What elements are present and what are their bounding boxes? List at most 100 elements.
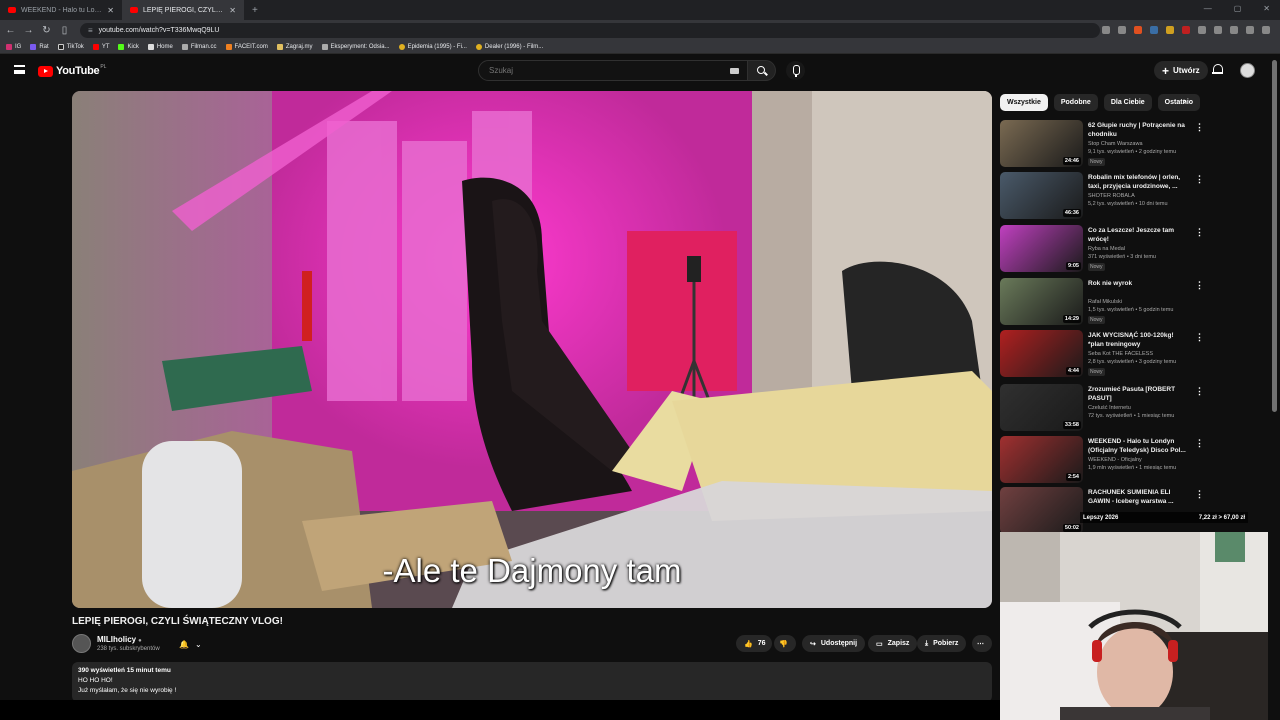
recommended-video[interactable]: 46:36 Robalin mix telefonów | orlen, taxi… <box>1000 172 1270 222</box>
recommended-video[interactable]: 4:44 JAK WYCISNĄĆ 100-120kg! *plan trenin… <box>1000 330 1270 380</box>
extension-icon[interactable] <box>1198 26 1206 34</box>
recommended-channel[interactable]: WEEKEND - Oficjalny <box>1088 457 1142 463</box>
more-actions-button[interactable]: ⋯ <box>972 635 992 652</box>
keyboard-icon[interactable] <box>730 68 739 74</box>
close-tab-icon[interactable]: ✕ <box>107 6 114 15</box>
profile-icon[interactable] <box>1246 26 1254 34</box>
bookmark[interactable]: Kick <box>118 43 139 50</box>
video-thumbnail[interactable]: 24:46 <box>1000 120 1083 167</box>
recommended-video-title[interactable]: Co za Leszcze! Jeszcze tam wrócę! <box>1088 226 1188 244</box>
menu-dots-icon[interactable] <box>1262 26 1270 34</box>
dislike-button[interactable]: 👎 <box>774 635 796 652</box>
close-tab-icon[interactable]: ✕ <box>229 6 236 15</box>
bookmark[interactable]: YT <box>92 43 109 50</box>
recommended-video[interactable]: 2:54 WEEKEND - Halo tu Londyn (Oficjalny … <box>1000 436 1270 486</box>
site-info-icon[interactable]: ≡ <box>88 26 93 35</box>
more-options-icon[interactable]: ⋮ <box>1195 386 1204 397</box>
notifications-bell-icon[interactable] <box>1212 64 1223 76</box>
more-options-icon[interactable]: ⋮ <box>1195 280 1204 291</box>
browser-tab-active[interactable]: LEPIĘ PIEROGI, CZYLI ŚWIĄT ✕ <box>122 0 244 20</box>
new-tab-button[interactable]: + <box>244 5 266 16</box>
recommended-video-title[interactable]: Zrozumieć Pasuta [ROBERT PASUT] <box>1088 385 1188 403</box>
more-options-icon[interactable]: ⋮ <box>1195 174 1204 185</box>
video-thumbnail[interactable]: 9:05 <box>1000 225 1083 272</box>
subscription-bell-button[interactable]: 🔔 ⌄ <box>173 636 209 652</box>
recommended-channel[interactable]: Stop Cham Warszawa <box>1088 141 1143 147</box>
search-button[interactable] <box>748 60 776 81</box>
chip-related[interactable]: Podobne <box>1053 94 1098 111</box>
like-button[interactable]: 👍 76 <box>736 635 772 652</box>
download-button[interactable]: ⤓ Pobierz <box>917 635 967 652</box>
account-avatar[interactable] <box>1240 63 1255 78</box>
save-button[interactable]: ▭ Zapisz <box>868 635 918 652</box>
channel-avatar[interactable] <box>72 634 91 653</box>
bookmark[interactable]: Zagraj.my <box>276 43 313 50</box>
more-options-icon[interactable]: ⋮ <box>1195 332 1204 343</box>
recommended-channel[interactable]: Seba Kot THE FACELESS <box>1088 351 1153 357</box>
sidebar-scrollbar[interactable] <box>1272 60 1277 412</box>
video-thumbnail[interactable]: 4:44 <box>1000 330 1083 377</box>
bookmark-page-icon[interactable]: ▯ <box>57 25 72 36</box>
recommended-channel[interactable]: SHOTER ROBALA <box>1088 193 1135 199</box>
recommended-video-title[interactable]: Robalin mix telefonów | orlen, taxi, prz… <box>1088 173 1188 191</box>
recommended-video-title[interactable]: RACHUNEK SUMIENIA ELI GAWIN - Iceberg wa… <box>1088 488 1188 506</box>
more-options-icon[interactable]: ⋮ <box>1195 438 1204 449</box>
recommended-video[interactable]: 33:58 Zrozumieć Pasuta [ROBERT PASUT] Czel… <box>1000 384 1270 434</box>
recommended-channel[interactable]: Czeluść Internetu <box>1088 405 1131 411</box>
extension-icon[interactable] <box>1182 26 1190 34</box>
create-button[interactable]: + Utwórz <box>1154 61 1208 80</box>
more-options-icon[interactable]: ⋮ <box>1195 122 1204 133</box>
bookmark[interactable]: Epidemia (1995) - Fi... <box>398 43 467 50</box>
maximize-icon[interactable]: ▢ <box>1234 4 1242 13</box>
extension-icon[interactable] <box>1150 26 1158 34</box>
bookmark[interactable]: Filman.cc <box>181 43 217 50</box>
recommended-video-title[interactable]: WEEKEND - Halo tu Londyn (Oficjalny Tele… <box>1088 437 1188 455</box>
bookmark[interactable]: IG <box>6 43 21 50</box>
more-options-icon[interactable]: ⋮ <box>1195 227 1204 238</box>
reload-icon[interactable]: ↻ <box>39 25 54 36</box>
chevron-right-icon[interactable]: › <box>1183 96 1186 107</box>
recommended-video[interactable]: 9:05 Co za Leszcze! Jeszcze tam wrócę! Ryb… <box>1000 225 1270 275</box>
bookmark[interactable]: FACEIT.com <box>225 43 268 50</box>
channel-name[interactable]: MILIholicy ● <box>97 635 142 644</box>
video-description[interactable]: 390 wyświetleń 15 minut temu HO HO HO! J… <box>72 662 992 702</box>
recommended-video[interactable]: 24:46 62 Głupie ruchy | Potrącenie na cho… <box>1000 120 1270 170</box>
recommended-video-title[interactable]: JAK WYCISNĄĆ 100-120kg! *plan treningowy <box>1088 331 1188 349</box>
recommended-video-title[interactable]: 62 Głupie ruchy | Potrącenie na chodniku <box>1088 121 1188 139</box>
extension-icon[interactable] <box>1166 26 1174 34</box>
search-input[interactable] <box>487 65 717 76</box>
more-options-icon[interactable]: ⋮ <box>1195 489 1204 500</box>
chip-all[interactable]: Wszystkie <box>1000 94 1048 111</box>
video-player[interactable] <box>72 91 992 608</box>
recommended-channel[interactable]: Rafał Mikulski <box>1088 299 1122 305</box>
brave-extension-icon[interactable] <box>1134 26 1142 34</box>
recommended-video[interactable]: 14:29 Rok nie wyrok Rafał Mikulski 1,5 tys.… <box>1000 278 1270 328</box>
browser-tab[interactable]: WEEKEND - Halo tu Londyn (Oficjal ✕ <box>0 0 122 20</box>
recommended-channel[interactable]: Ryba na Medal <box>1088 246 1125 252</box>
recommended-video-title[interactable]: Rok nie wyrok <box>1088 279 1188 288</box>
video-thumbnail[interactable]: 33:58 <box>1000 384 1083 431</box>
share-button[interactable]: ↪ Udostępnij <box>802 635 866 652</box>
bookmark[interactable]: TikTok <box>57 43 84 50</box>
extension-icon[interactable] <box>1118 26 1126 34</box>
bookmark[interactable]: Home <box>147 43 173 50</box>
video-thumbnail[interactable]: 2:54 <box>1000 436 1083 483</box>
video-thumbnail[interactable]: 14:29 <box>1000 278 1083 325</box>
voice-search-icon[interactable] <box>786 61 805 80</box>
hamburger-menu-icon[interactable] <box>14 65 25 74</box>
forward-icon[interactable]: → <box>21 25 36 36</box>
minimize-icon[interactable]: — <box>1204 4 1212 13</box>
extension-icon[interactable] <box>1102 26 1110 34</box>
chip-recent[interactable]: Ostatnio <box>1157 94 1201 111</box>
youtube-logo[interactable]: YouTube PL <box>38 64 106 77</box>
back-icon[interactable]: ← <box>3 25 18 36</box>
bookmark[interactable]: Eksperyment: Odsia... <box>321 43 390 50</box>
video-thumbnail[interactable]: 50:02 <box>1000 487 1083 534</box>
chip-for-you[interactable]: Dla Ciebie <box>1103 94 1152 111</box>
bookmark[interactable]: Rat <box>30 43 49 50</box>
download-icon[interactable] <box>1230 26 1238 34</box>
puzzle-icon[interactable] <box>1214 26 1222 34</box>
url-field[interactable]: ≡ youtube.com/watch?v=T336MwqQ9LU <box>80 22 1100 38</box>
video-thumbnail[interactable]: 46:36 <box>1000 172 1083 219</box>
bookmark[interactable]: Dealer (1996) - Film... <box>475 43 543 50</box>
